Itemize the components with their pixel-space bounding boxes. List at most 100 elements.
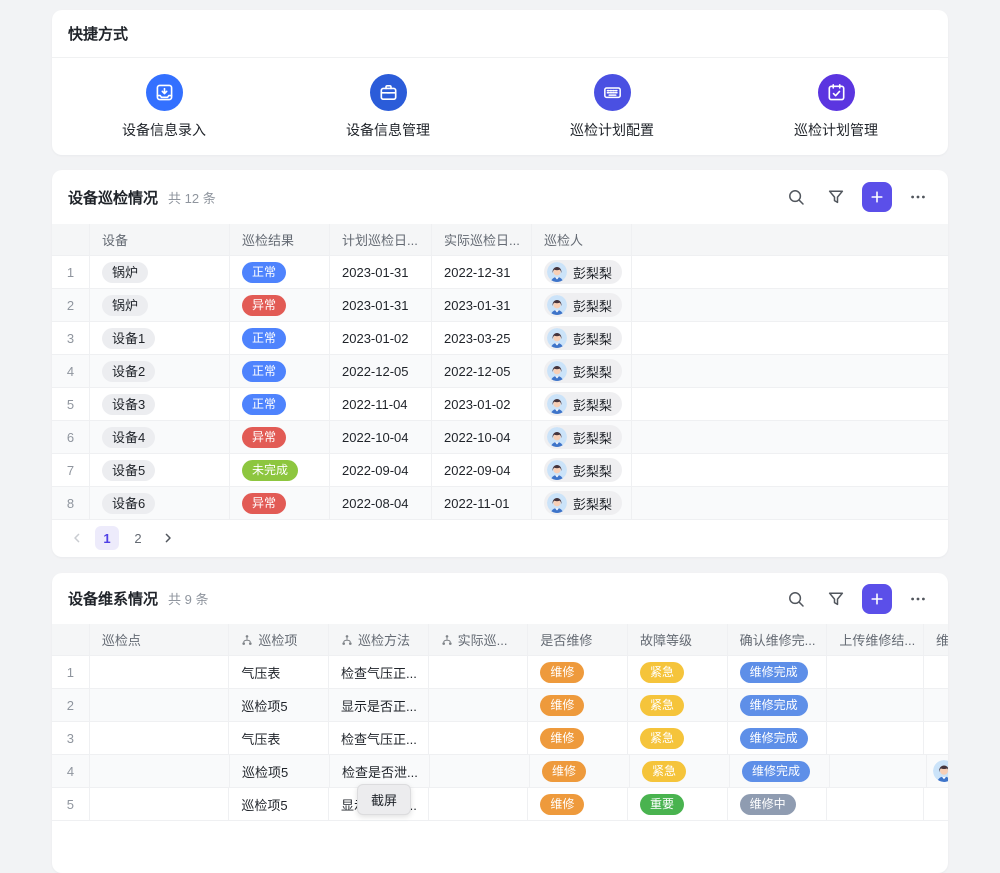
inspector-name: 彭梨梨	[573, 362, 612, 381]
inspector-chip: 彭梨梨	[544, 425, 622, 449]
level-cell: 紧急	[628, 656, 728, 688]
lookup-icon	[441, 634, 453, 646]
upload-cell	[827, 689, 924, 721]
level-badge: 紧急	[640, 662, 684, 683]
row-number: 4	[52, 355, 90, 387]
table-row[interactable]: 3 气压表 检查气压正... 维修 紧急 维修完成	[52, 722, 948, 755]
table-row[interactable]: 5 设备3 正常 2022-11-04 2023-01-02 彭梨梨	[52, 388, 948, 421]
search-icon[interactable]	[782, 585, 810, 613]
level-cell: 紧急	[628, 722, 728, 754]
page-button-1[interactable]: 1	[95, 526, 119, 550]
shortcut-device-manage[interactable]: 设备信息管理	[346, 74, 430, 140]
table-row[interactable]: 3 设备1 正常 2023-01-02 2023-03-25 彭梨梨	[52, 322, 948, 355]
header-method[interactable]: 巡检方法	[329, 624, 429, 655]
device-cell: 锅炉	[90, 289, 230, 321]
table-row[interactable]: 4 设备2 正常 2022-12-05 2022-12-05 彭梨梨	[52, 355, 948, 388]
shortcut-label: 设备信息录入	[122, 120, 206, 140]
header-row-number	[52, 224, 90, 255]
table-row[interactable]: 8 设备6 异常 2022-08-04 2022-11-01 彭梨梨	[52, 487, 948, 520]
inspector-name: 彭梨梨	[573, 494, 612, 513]
more-icon[interactable]	[904, 585, 932, 613]
empty-cell	[632, 487, 948, 519]
header-planned-date[interactable]: 计划巡检日...	[330, 224, 432, 255]
level-badge: 重要	[640, 794, 684, 815]
page-button-2[interactable]: 2	[126, 526, 150, 550]
table-row[interactable]: 2 锅炉 异常 2023-01-31 2023-01-31 彭梨梨	[52, 289, 948, 322]
more-icon[interactable]	[904, 183, 932, 211]
table-row[interactable]: 5 巡检项5 显示是否正... 维修 重要 维修中	[52, 788, 948, 821]
header-filler	[632, 224, 948, 255]
shortcut-device-entry[interactable]: 设备信息录入	[122, 74, 206, 140]
header-level[interactable]: 故障等级	[628, 624, 728, 655]
item-cell: 气压表	[229, 722, 329, 754]
actual-date-cell: 2023-01-31	[432, 289, 532, 321]
inspector-cell: 彭梨梨	[532, 454, 632, 486]
add-record-button[interactable]	[862, 584, 892, 614]
add-record-button[interactable]	[862, 182, 892, 212]
confirm-cell: 维修中	[728, 788, 828, 820]
inspector-chip: 彭梨梨	[544, 326, 622, 350]
table-row[interactable]: 4 巡检项5 检查是否泄... 维修 紧急 维修完成	[52, 755, 948, 788]
shortcuts-title: 快捷方式	[68, 23, 128, 44]
planned-date-cell: 2022-10-04	[330, 421, 432, 453]
planned-date-cell: 2022-09-04	[330, 454, 432, 486]
table-row[interactable]: 6 设备4 异常 2022-10-04 2022-10-04 彭梨梨	[52, 421, 948, 454]
result-cell: 异常	[230, 487, 330, 519]
shortcut-label: 设备信息管理	[346, 120, 430, 140]
prev-page-icon[interactable]	[66, 527, 88, 549]
result-badge: 正常	[242, 361, 286, 382]
repair-cell: 维修	[528, 722, 628, 754]
device-cell: 设备4	[90, 421, 230, 453]
search-icon[interactable]	[782, 183, 810, 211]
header-point[interactable]: 巡检点	[90, 624, 229, 655]
inspector-cell: 彭梨梨	[532, 487, 632, 519]
level-cell: 重要	[628, 788, 728, 820]
device-tag: 锅炉	[102, 262, 148, 283]
table-row[interactable]: 2 巡检项5 显示是否正... 维修 紧急 维修完成	[52, 689, 948, 722]
row-number: 4	[52, 755, 90, 787]
avatar	[547, 361, 567, 381]
header-actual[interactable]: 实际巡...	[429, 624, 529, 655]
filter-icon[interactable]	[822, 183, 850, 211]
table-row[interactable]: 1 气压表 检查气压正... 维修 紧急 维修完成	[52, 656, 948, 689]
device-tag: 设备5	[102, 460, 155, 481]
header-confirm[interactable]: 确认维修完...	[728, 624, 828, 655]
shortcut-plan-manage[interactable]: 巡检计划管理	[794, 74, 878, 140]
confirm-badge: 维修完成	[740, 728, 808, 749]
header-truncated[interactable]: 维	[924, 624, 948, 655]
header-upload[interactable]: 上传维修结...	[827, 624, 924, 655]
next-page-icon[interactable]	[157, 527, 179, 549]
maintenance-title: 设备维系情况	[68, 588, 158, 609]
result-badge: 正常	[242, 262, 286, 283]
confirm-cell: 维修完成	[728, 722, 828, 754]
planned-date-cell: 2023-01-31	[330, 289, 432, 321]
confirm-badge: 维修完成	[742, 761, 810, 782]
header-actual-date[interactable]: 实际巡检日...	[432, 224, 532, 255]
inspection-title: 设备巡检情况	[68, 187, 158, 208]
empty-cell	[632, 322, 948, 354]
empty-cell	[632, 256, 948, 288]
inspector-name: 彭梨梨	[573, 329, 612, 348]
header-repair[interactable]: 是否维修	[528, 624, 628, 655]
level-badge: 紧急	[640, 695, 684, 716]
header-device[interactable]: 设备	[90, 224, 230, 255]
table-row[interactable]: 7 设备5 未完成 2022-09-04 2022-09-04 彭梨梨	[52, 454, 948, 487]
header-result[interactable]: 巡检结果	[230, 224, 330, 255]
header-inspector[interactable]: 巡检人	[532, 224, 632, 255]
shortcut-plan-config[interactable]: 巡检计划配置	[570, 74, 654, 140]
shortcut-label: 巡检计划管理	[794, 120, 878, 140]
device-cell: 设备2	[90, 355, 230, 387]
header-item[interactable]: 巡检项	[229, 624, 329, 655]
device-tag: 设备6	[102, 493, 155, 514]
repair-badge: 维修	[540, 662, 584, 683]
row-number: 6	[52, 421, 90, 453]
result-cell: 正常	[230, 355, 330, 387]
card-toolbar	[782, 182, 932, 212]
actual-date-cell: 2022-09-04	[432, 454, 532, 486]
inspector-name: 彭梨梨	[573, 296, 612, 315]
upload-cell	[827, 722, 924, 754]
inspector-name: 彭梨梨	[573, 395, 612, 414]
filter-icon[interactable]	[822, 585, 850, 613]
table-row[interactable]: 1 锅炉 正常 2023-01-31 2022-12-31 彭梨梨	[52, 256, 948, 289]
empty-cell	[632, 421, 948, 453]
